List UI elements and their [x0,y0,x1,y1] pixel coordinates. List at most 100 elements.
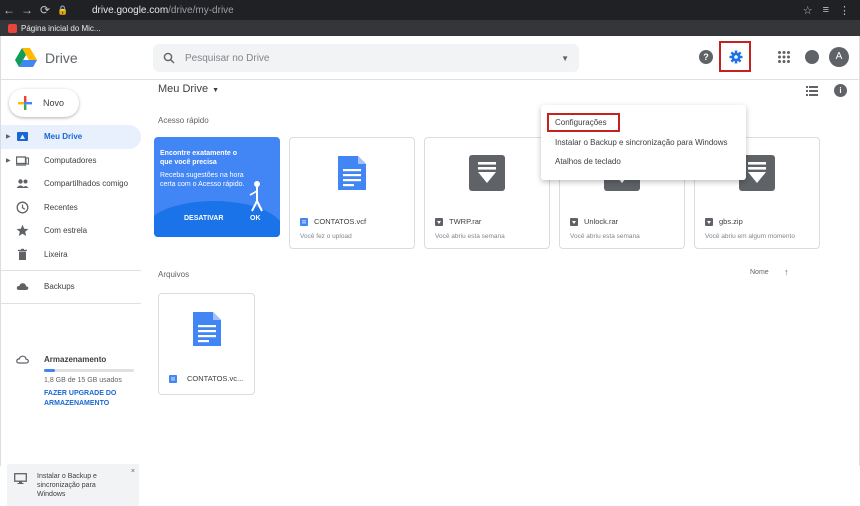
file-name: Unlock.rar [584,217,619,226]
drive-logo-icon[interactable] [15,48,37,68]
quick-access-promo: Encontre exatamente o que você precisa R… [154,137,280,237]
menu-item-settings[interactable]: Configurações [555,118,607,127]
computers-icon [16,156,29,166]
search-bar[interactable]: ▼ [153,44,579,72]
list-view-icon[interactable] [806,86,818,96]
monitor-icon [14,473,27,484]
document-icon [338,156,366,190]
storage-used: 1,8 GB de 15 GB usados [44,377,122,384]
archive-file-icon [435,217,443,226]
main-content: Meu Drive ▼ i Acesso rápido Encontre exat… [146,81,859,466]
lock-icon: 🔒 [57,4,69,15]
nav-list: ▶ Meu Drive ▶ Computadores Compartilhado… [1,125,141,308]
sort-by-name[interactable]: Nome [750,269,769,276]
menu-item-install-backup[interactable]: Instalar o Backup e sincronização para W… [555,138,728,147]
close-icon[interactable]: × [131,468,135,475]
sidebar-item-label: Com estrela [44,226,88,236]
trash-icon [18,248,27,260]
menu-item-keyboard-shortcuts[interactable]: Atalhos de teclado [555,157,621,166]
quick-access-card[interactable]: TWRP.rar Você abriu esta semana [424,137,550,249]
notifications-icon[interactable] [805,50,819,64]
new-label: Novo [43,98,65,108]
settings-menu: Configurações Instalar o Backup e sincro… [541,105,746,180]
page-title[interactable]: Meu Drive ▼ [158,83,219,95]
sidebar-item-backups[interactable]: Backups [1,275,141,299]
reload-icon[interactable]: ⟳ [36,3,54,17]
sidebar-item-label: Recentes [44,202,78,212]
sidebar-item-starred[interactable]: Com estrela [1,219,141,243]
cloud-icon [16,283,29,291]
promo-ok-button[interactable]: OK [250,215,261,222]
avatar[interactable]: A [829,47,849,67]
app-name[interactable]: Drive [45,50,78,66]
quick-access-label: Acesso rápido [158,116,209,125]
promo-dismiss-button[interactable]: DESATIVAR [184,215,223,222]
file-meta: Você abriu esta semana [570,233,640,240]
storage-bar [44,369,134,372]
search-icon[interactable] [163,52,175,64]
file-thumbnail [425,138,549,208]
doc-file-icon [169,374,177,383]
file-meta: Você abriu esta semana [435,233,505,240]
storage-bar-fill [44,369,55,372]
sidebar-item-shared[interactable]: Compartilhados comigo [1,172,141,196]
chevron-down-icon[interactable]: ▼ [212,87,219,94]
settings-highlight [719,41,751,72]
storage-label: Armazenamento [44,355,107,364]
divider [1,270,141,271]
divider [1,302,141,304]
sidebar-item-label: Meu Drive [44,132,83,142]
sidebar-item-label: Computadores [44,155,97,165]
help-icon[interactable]: ? [699,50,713,64]
files-label: Arquivos [158,270,190,279]
file-name: CONTATOS.vc... [187,374,244,383]
sidebar-item-label: Compartilhados comigo [44,179,129,189]
search-options-icon[interactable]: ▼ [561,54,569,63]
file-name: CONTATOS.vcf [314,217,367,226]
drive-app: Drive ▼ ? [0,36,860,506]
gear-icon[interactable] [729,50,743,64]
upgrade-storage-link[interactable]: FAZER UPGRADE DO ARMAZENAMENTO [44,389,134,409]
backup-promo-text: Instalar o Backup e sincronização para W… [37,473,97,498]
menu-dots-icon[interactable]: ⋮ [839,4,850,17]
storage-cloud-icon [16,355,29,364]
back-icon[interactable]: ← [0,3,18,17]
file-name: gbs.zip [719,217,743,226]
file-meta: Você abriu em algum momento [705,233,795,240]
archive-file-icon [705,217,713,226]
my-drive-icon [17,132,28,142]
expand-arrow-icon[interactable]: ▶ [6,133,11,140]
file-thumbnail [159,294,254,364]
quick-access-card[interactable]: CONTATOS.vcf Você fez o upload [289,137,415,249]
office-icon [8,23,17,33]
sidebar: Novo ▶ Meu Drive ▶ Computadores Comparti… [1,81,146,506]
sidebar-item-my-drive[interactable]: ▶ Meu Drive [1,125,141,149]
sidebar-item-computers[interactable]: ▶ Computadores [1,149,141,173]
forward-icon[interactable]: → [18,3,36,17]
new-button[interactable]: Novo [9,89,79,117]
star-icon [16,225,29,237]
search-input[interactable] [185,52,545,64]
bookmarks-bar: Página inicial do Mic... [0,20,860,36]
clock-icon [16,201,29,214]
info-icon[interactable]: i [834,84,847,97]
address-bar[interactable]: drive.google.com/drive/my-drive [92,5,234,16]
sidebar-item-trash[interactable]: Lixeira [1,243,141,267]
star-bookmark-icon[interactable]: ☆ [803,4,813,17]
apps-grid-icon[interactable] [777,50,791,64]
bookmark-item[interactable]: Página inicial do Mic... [21,24,101,33]
promo-title: Encontre exatamente o que você precisa [160,150,238,166]
backup-promo[interactable]: Instalar o Backup e sincronização para W… [7,464,139,506]
archive-file-icon [570,217,578,226]
file-name: TWRP.rar [449,217,482,226]
sidebar-item-recent[interactable]: Recentes [1,196,141,220]
header: Drive ▼ ? [1,36,859,80]
expand-arrow-icon[interactable]: ▶ [6,157,11,164]
file-thumbnail [290,138,414,208]
extension-icon[interactable]: ≡ [823,4,829,17]
plus-icon [18,96,32,110]
sidebar-item-label: Backups [44,282,75,292]
sort-direction-icon[interactable]: ↑ [784,267,789,277]
file-card[interactable]: CONTATOS.vc... [158,293,255,395]
document-icon [192,312,221,346]
